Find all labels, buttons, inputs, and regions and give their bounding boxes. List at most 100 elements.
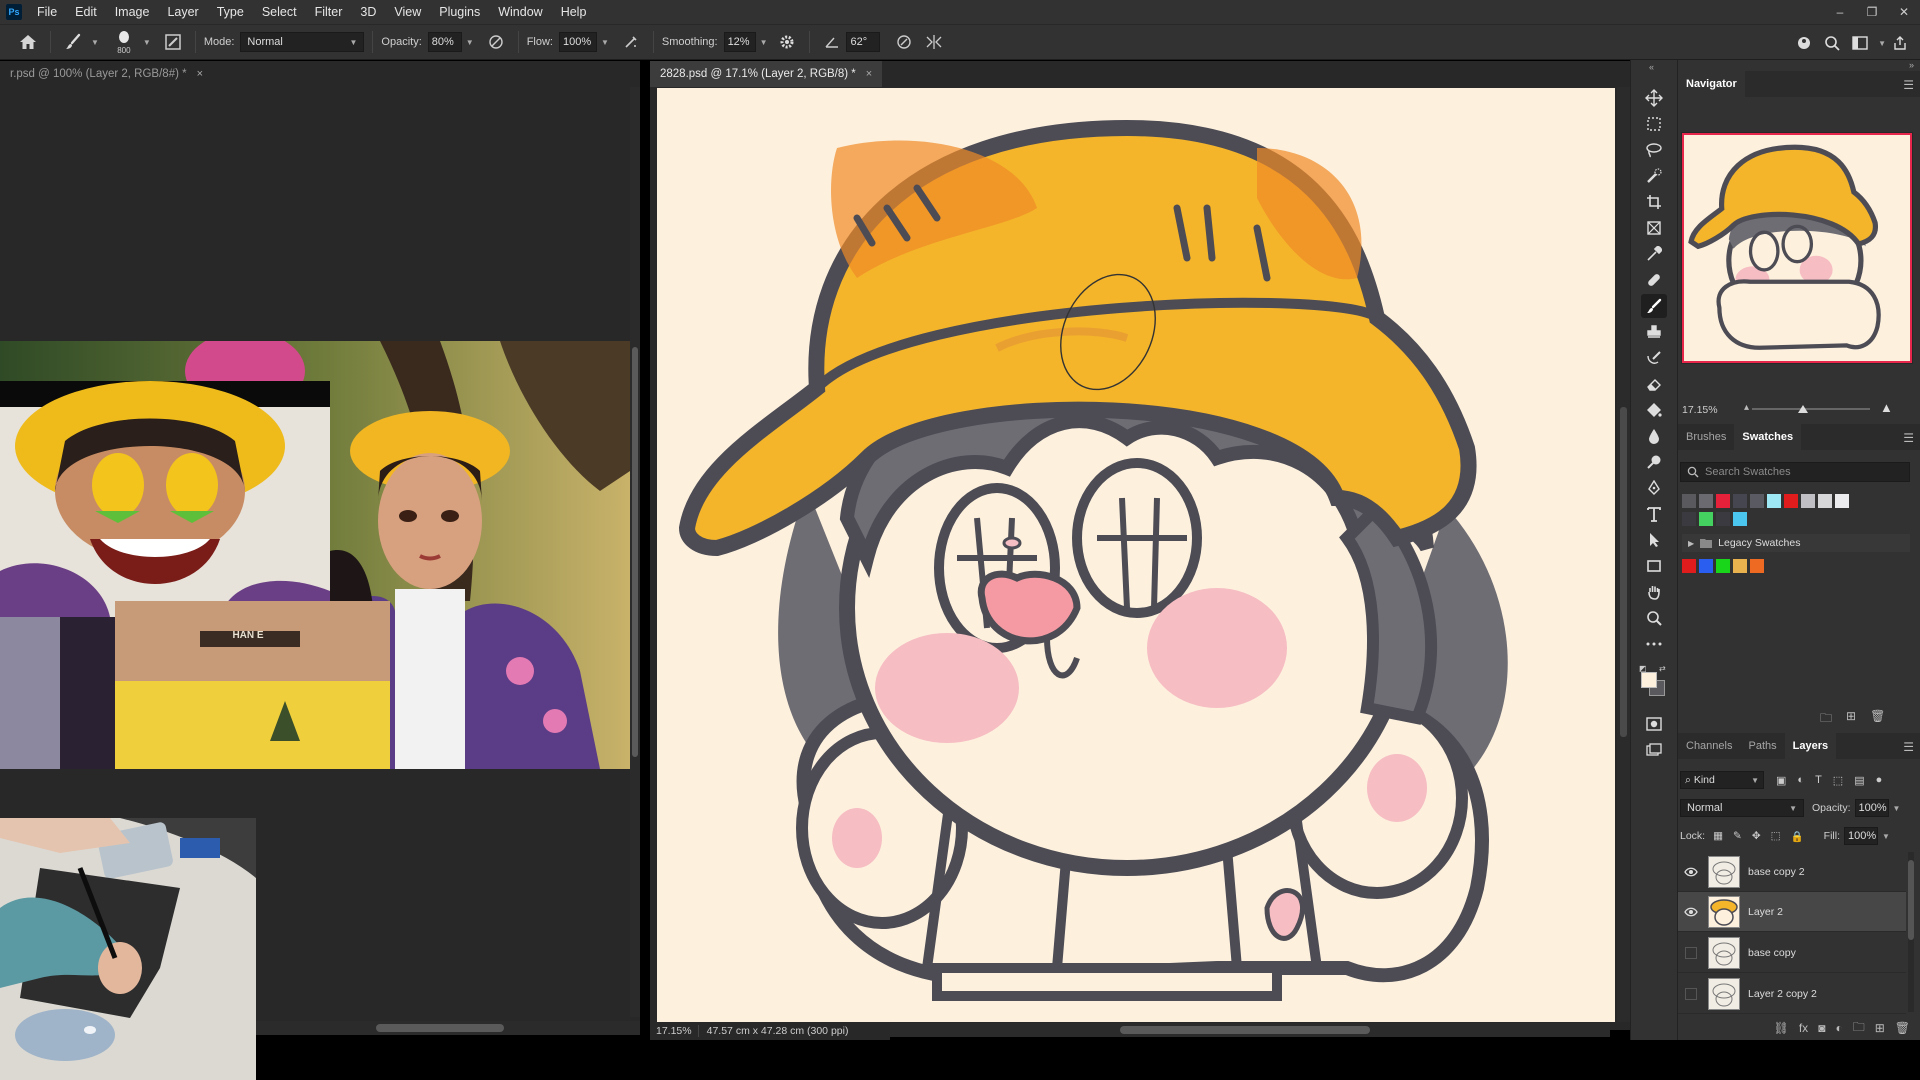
navigator-zoom-slider[interactable] xyxy=(1752,408,1870,410)
scrollbar-thumb[interactable] xyxy=(376,1024,504,1032)
opacity-input[interactable]: 80% xyxy=(427,32,462,52)
symmetry-icon[interactable] xyxy=(920,28,948,56)
menu-layer[interactable]: Layer xyxy=(158,0,207,24)
brush-size-picker[interactable]: 800 xyxy=(109,30,139,55)
color-picker[interactable]: ◩ ⇄ xyxy=(1639,664,1669,696)
search-swatches-input[interactable]: Search Swatches xyxy=(1680,462,1910,482)
tab-layers[interactable]: Layers xyxy=(1784,733,1837,759)
menu-image[interactable]: Image xyxy=(106,0,159,24)
quick-mask-icon[interactable] xyxy=(1641,712,1667,736)
legacy-color-swatch[interactable] xyxy=(1716,559,1730,573)
lock-position-icon[interactable]: ✥ xyxy=(1752,830,1761,843)
new-layer-icon[interactable]: ⊞ xyxy=(1875,1021,1885,1035)
fill-input[interactable]: 100% xyxy=(1844,827,1878,845)
type-filter-icon[interactable]: T xyxy=(1815,774,1822,787)
color-swatch[interactable] xyxy=(1699,494,1713,508)
smoothing-input[interactable]: 12% xyxy=(723,32,756,52)
frame-tool-icon[interactable] xyxy=(1641,216,1667,240)
trash-icon[interactable]: 🗑 xyxy=(1895,1021,1910,1035)
menu-plugins[interactable]: Plugins xyxy=(430,0,489,24)
airbrush-icon[interactable] xyxy=(617,28,645,56)
lasso-tool-icon[interactable] xyxy=(1641,138,1667,162)
eyedropper-tool-icon[interactable] xyxy=(1641,242,1667,266)
scrollbar-thumb[interactable] xyxy=(1620,407,1627,737)
legacy-color-swatch[interactable] xyxy=(1699,559,1713,573)
mode-select[interactable]: Normal ▼ xyxy=(240,32,365,52)
filter-toggle-icon[interactable]: ● xyxy=(1876,774,1883,787)
adjustment-filter-icon[interactable]: ◐ xyxy=(1797,774,1804,787)
trash-icon[interactable]: 🗑 xyxy=(1870,709,1885,730)
move-tool-icon[interactable] xyxy=(1641,86,1667,110)
layer-row[interactable]: base copy 2 xyxy=(1678,852,1906,892)
collapse-toolbox-icon[interactable]: « xyxy=(1649,62,1654,72)
menu-type[interactable]: Type xyxy=(208,0,253,24)
more-tools-icon[interactable] xyxy=(1641,632,1667,656)
clone-stamp-tool-icon[interactable] xyxy=(1641,320,1667,344)
lock-pixels-icon[interactable]: ✎ xyxy=(1733,830,1742,843)
layers-scrollbar[interactable] xyxy=(1908,852,1914,1012)
lock-transparent-icon[interactable]: ▦ xyxy=(1713,830,1723,843)
close-window-button[interactable]: ✕ xyxy=(1888,0,1920,24)
tab-r-psd[interactable]: r.psd @ 100% (Layer 2, RGB/8#) * × xyxy=(0,61,214,87)
blend-mode-select[interactable]: Normal ▼ xyxy=(1680,799,1804,817)
color-swatch[interactable] xyxy=(1767,494,1781,508)
pressure-size-icon[interactable] xyxy=(890,28,918,56)
panel-menu-icon[interactable]: ☰ xyxy=(1903,431,1914,445)
menu-filter[interactable]: Filter xyxy=(306,0,352,24)
color-swatch[interactable] xyxy=(1750,494,1764,508)
tab-channels[interactable]: Channels xyxy=(1678,733,1740,759)
menu-view[interactable]: View xyxy=(385,0,430,24)
smart-object-filter-icon[interactable]: ▤ xyxy=(1854,774,1864,787)
brush-settings-panel-icon[interactable] xyxy=(159,28,187,56)
legacy-color-swatch[interactable] xyxy=(1750,559,1764,573)
folder-icon[interactable]: 🗀 xyxy=(1820,709,1832,730)
marquee-tool-icon[interactable] xyxy=(1641,112,1667,136)
brush-tool-preset-icon[interactable] xyxy=(59,28,87,56)
chevron-down-icon[interactable]: ▼ xyxy=(1878,39,1886,48)
chevron-down-icon[interactable]: ▼ xyxy=(760,38,768,47)
layer-row[interactable]: Layer 2 xyxy=(1678,892,1906,932)
layer-row[interactable]: base copy xyxy=(1678,933,1906,973)
chevron-down-icon[interactable]: ▼ xyxy=(1882,832,1890,841)
scrollbar-thumb[interactable] xyxy=(1908,860,1914,940)
tab-brushes[interactable]: Brushes xyxy=(1678,424,1734,450)
menu-edit[interactable]: Edit xyxy=(66,0,106,24)
menu-window[interactable]: Window xyxy=(489,0,551,24)
type-tool-icon[interactable] xyxy=(1641,502,1667,526)
color-swatch[interactable] xyxy=(1784,494,1798,508)
left-vertical-scrollbar[interactable] xyxy=(630,87,640,1017)
paint-bucket-tool-icon[interactable] xyxy=(1641,398,1667,422)
status-zoom[interactable]: 17.15% xyxy=(650,1025,699,1037)
gear-icon[interactable] xyxy=(773,28,801,56)
legacy-color-swatch[interactable] xyxy=(1733,559,1747,573)
right-vertical-scrollbar[interactable] xyxy=(1617,87,1630,1022)
color-swatch[interactable] xyxy=(1682,494,1696,508)
minimize-button[interactable]: – xyxy=(1824,0,1856,24)
dodge-tool-icon[interactable] xyxy=(1641,450,1667,474)
menu-3d[interactable]: 3D xyxy=(351,0,385,24)
share-icon[interactable] xyxy=(1886,29,1914,57)
angle-input[interactable]: 62° xyxy=(846,32,881,52)
folder-icon[interactable]: 🗀 xyxy=(1853,1018,1865,1039)
pen-tool-icon[interactable] xyxy=(1641,476,1667,500)
navigator-preview[interactable] xyxy=(1682,133,1912,363)
color-swatch[interactable] xyxy=(1682,512,1696,526)
rectangle-tool-icon[interactable] xyxy=(1641,554,1667,578)
foreground-color-swatch[interactable] xyxy=(1641,672,1657,688)
zoom-out-icon[interactable]: ▴ xyxy=(1744,402,1749,413)
chevron-down-icon[interactable]: ▼ xyxy=(143,38,151,47)
menu-file[interactable]: File xyxy=(28,0,66,24)
scrollbar-thumb[interactable] xyxy=(1120,1026,1370,1034)
drawing-canvas[interactable] xyxy=(657,88,1615,1022)
color-swatch[interactable] xyxy=(1733,512,1747,526)
restore-button[interactable]: ❐ xyxy=(1856,0,1888,24)
color-swatch[interactable] xyxy=(1801,494,1815,508)
navigator-zoom-value[interactable]: 17.15% xyxy=(1680,404,1730,416)
zoom-in-icon[interactable]: ▲ xyxy=(1880,400,1893,415)
legacy-color-swatch[interactable] xyxy=(1682,559,1696,573)
add-mask-icon[interactable]: ◙ xyxy=(1818,1021,1825,1035)
search-icon[interactable] xyxy=(1818,29,1846,57)
crop-tool-icon[interactable] xyxy=(1641,190,1667,214)
tab-paths[interactable]: Paths xyxy=(1740,733,1784,759)
fx-icon[interactable]: fx xyxy=(1799,1021,1808,1035)
